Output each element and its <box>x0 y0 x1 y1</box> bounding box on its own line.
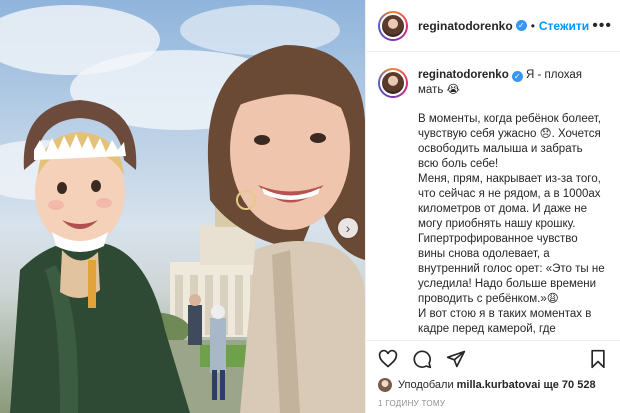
liker-avatar <box>378 378 392 392</box>
caption: reginatodorenko ✓ Я - плохая мать 😭 В мом… <box>378 68 606 340</box>
comment-icon[interactable] <box>412 349 432 369</box>
comments-area[interactable]: reginatodorenko ✓ Я - плохая мать 😭 В мом… <box>366 52 620 340</box>
likes-count[interactable]: і ще 70 528 <box>537 379 595 391</box>
likes-user[interactable]: milla.kurbatova <box>457 379 538 391</box>
likes-line[interactable]: Уподобали milla.kurbatova і ще 70 528 <box>378 377 608 393</box>
verified-badge-icon: ✓ <box>515 20 527 31</box>
caption-body: reginatodorenko ✓ Я - плохая мать 😭 В мом… <box>418 68 606 340</box>
scroll-fade <box>366 334 620 340</box>
instagram-post: › reginatodorenko ✓ • Стежити ••• regina… <box>0 0 620 413</box>
action-bar <box>378 341 608 377</box>
header-username[interactable]: reginatodorenko <box>418 19 513 33</box>
photo-illustration <box>0 5 365 413</box>
verified-badge-icon: ✓ <box>511 71 523 82</box>
caption-title-line: reginatodorenko ✓ Я - плохая мать 😭 <box>418 68 606 98</box>
post-photo[interactable]: › <box>0 0 365 413</box>
post-side-panel: reginatodorenko ✓ • Стежити ••• reginato… <box>365 0 620 413</box>
avatar[interactable] <box>378 10 408 41</box>
caption-text: В моменты, когда ребёнок болеет, чувству… <box>418 113 605 340</box>
more-horizontal-icon[interactable]: ••• <box>592 17 612 35</box>
follow-button[interactable]: Стежити <box>539 19 589 33</box>
chevron-right-icon: › <box>345 220 351 236</box>
post-actions-section: Уподобали milla.kurbatova і ще 70 528 1 … <box>366 340 620 413</box>
bookmark-icon[interactable] <box>588 349 608 369</box>
heart-icon[interactable] <box>378 349 398 369</box>
separator-dot: • <box>530 18 535 33</box>
caption-avatar[interactable] <box>378 68 408 98</box>
likes-prefix: Уподобали <box>398 379 454 391</box>
carousel-next-button[interactable]: › <box>338 218 358 238</box>
caption-username[interactable]: reginatodorenko <box>418 69 509 81</box>
share-icon[interactable] <box>446 349 466 369</box>
post-timestamp: 1 ГОДИНУ ТОМУ <box>378 399 446 408</box>
post-header: reginatodorenko ✓ • Стежити ••• <box>366 0 620 52</box>
